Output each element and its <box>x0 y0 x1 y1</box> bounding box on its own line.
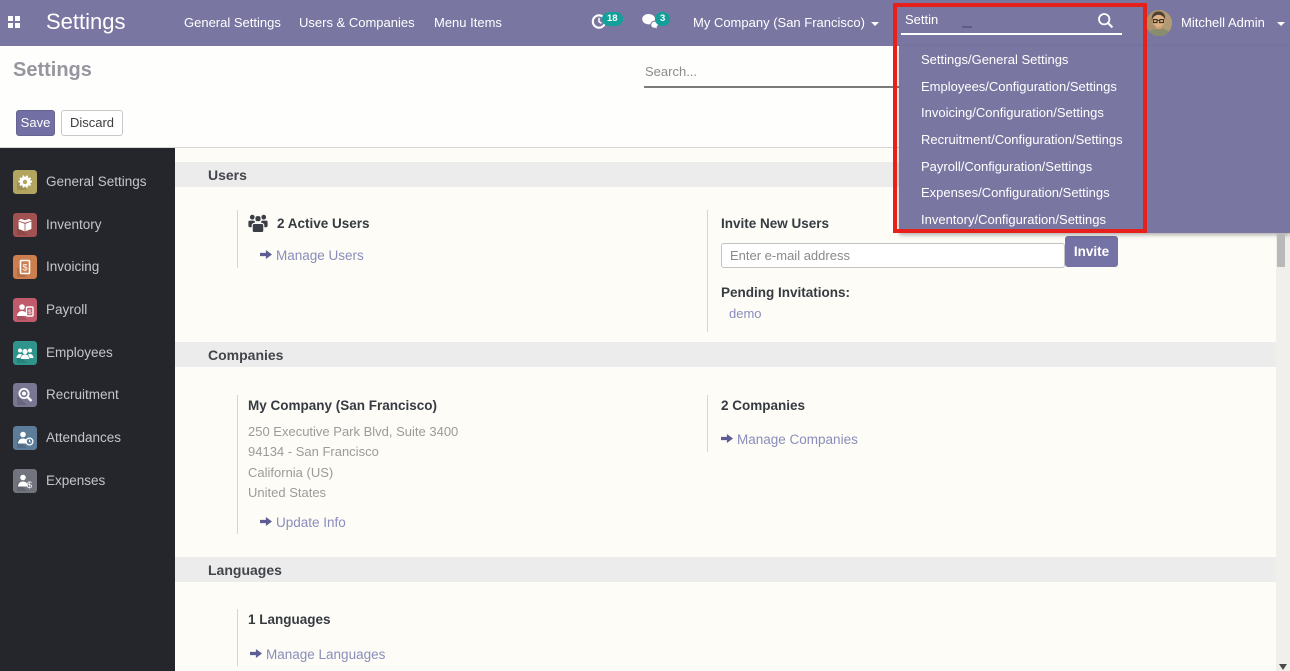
svg-text:$: $ <box>22 263 27 273</box>
svg-text:$: $ <box>27 480 32 490</box>
svg-text:$: $ <box>28 309 32 316</box>
